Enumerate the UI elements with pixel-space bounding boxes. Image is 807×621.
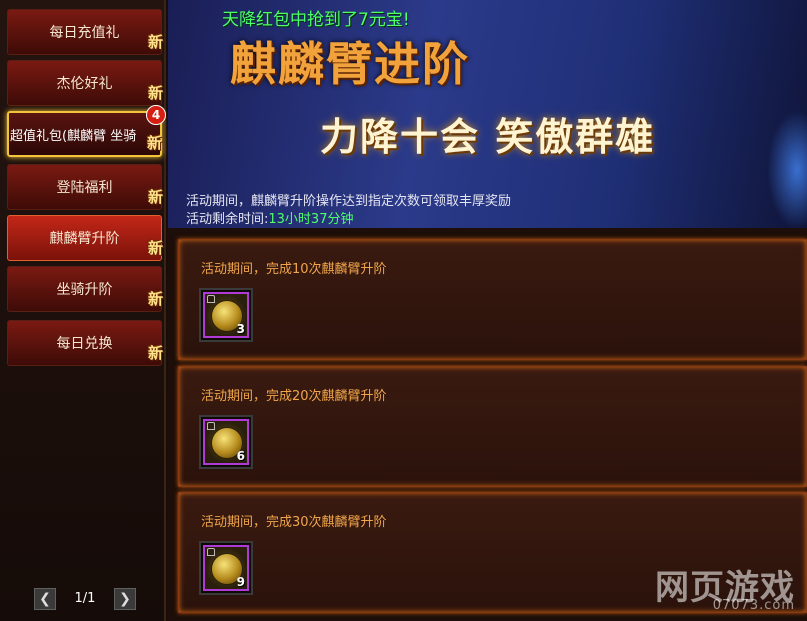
reward-item: 3 bbox=[203, 292, 249, 338]
sidebar-item-label: 坐骑升阶 bbox=[56, 282, 113, 298]
new-tag: 新 bbox=[147, 239, 163, 257]
new-tag: 新 bbox=[147, 84, 163, 102]
lock-icon bbox=[207, 295, 215, 303]
lock-icon bbox=[207, 548, 215, 556]
sidebar-item-jielun-gift[interactable]: 杰伦好礼 新 bbox=[7, 60, 163, 106]
banner-title: 麒麟臂进阶 bbox=[230, 37, 470, 91]
sidebar-item-mount-upgrade[interactable]: 坐骑升阶 新 bbox=[7, 266, 163, 312]
sidebar-item-label: 登陆福利 bbox=[56, 180, 113, 196]
sidebar-item-arm-upgrade[interactable]: 麒麟臂升阶 新 bbox=[7, 215, 163, 261]
sidebar: 每日充值礼 新 杰伦好礼 新 超值礼包(麒麟臂 坐骑 新 4 登陆福利 新 麒麟… bbox=[0, 0, 166, 621]
task-row: 活动期间，完成10次麒麟臂升阶 3 bbox=[178, 239, 807, 360]
reward-item: 6 bbox=[203, 419, 249, 465]
event-remaining-time: 活动剩余时间:13小时37分钟 bbox=[186, 208, 353, 227]
page-indicator: 1/1 bbox=[74, 591, 96, 606]
notification-badge: 4 bbox=[146, 105, 166, 125]
sidebar-item-value-pack[interactable]: 超值礼包(麒麟臂 坐骑 新 4 bbox=[7, 105, 166, 157]
time-value: 13小时37分钟 bbox=[268, 212, 354, 227]
lock-icon bbox=[207, 422, 215, 430]
sidebar-item-daily-recharge[interactable]: 每日充值礼 新 bbox=[7, 9, 163, 55]
task-label: 活动期间，完成30次麒麟臂升阶 bbox=[201, 515, 387, 530]
sidebar-item-label: 超值礼包(麒麟臂 坐骑 bbox=[10, 128, 137, 144]
reward-item-slot[interactable]: 3 bbox=[199, 288, 253, 342]
item-count: 3 bbox=[236, 322, 245, 336]
sidebar-item-login-bonus[interactable]: 登陆福利 新 bbox=[7, 164, 163, 210]
next-page-button[interactable]: ❯ bbox=[114, 588, 136, 610]
new-tag: 新 bbox=[147, 188, 163, 206]
sidebar-item-label: 每日兑换 bbox=[56, 336, 113, 352]
item-count: 9 bbox=[236, 575, 245, 589]
event-description: 活动期间，麒麟臂升阶操作达到指定次数可领取丰厚奖励 bbox=[186, 194, 512, 209]
system-notice: 天降红包中抢到了7元宝! bbox=[222, 10, 410, 30]
task-label: 活动期间，完成10次麒麟臂升阶 bbox=[201, 262, 387, 277]
item-count: 6 bbox=[236, 449, 245, 463]
task-row: 活动期间，完成20次麒麟臂升阶 6 bbox=[178, 366, 807, 487]
new-tag: 新 bbox=[147, 33, 163, 51]
event-banner: 天降红包中抢到了7元宝! 麒麟臂进阶 力降十会 笑傲群雄 活动期间，麒麟臂升阶操… bbox=[168, 0, 807, 228]
character-art bbox=[767, 110, 807, 228]
chevron-right-icon: ❯ bbox=[119, 591, 131, 607]
chevron-left-icon: ❮ bbox=[39, 591, 51, 607]
new-tag: 新 bbox=[147, 344, 163, 362]
sidebar-item-label: 杰伦好礼 bbox=[56, 76, 113, 92]
reward-item-slot[interactable]: 9 bbox=[199, 541, 253, 595]
sidebar-item-daily-exchange[interactable]: 每日兑换 新 bbox=[7, 320, 163, 366]
new-tag: 新 bbox=[146, 134, 162, 152]
watermark-url: 07073.com bbox=[712, 598, 795, 613]
task-label: 活动期间，完成20次麒麟臂升阶 bbox=[201, 389, 387, 404]
pager: ❮ 1/1 ❯ bbox=[34, 588, 138, 610]
prev-page-button[interactable]: ❮ bbox=[34, 588, 56, 610]
sidebar-item-label: 麒麟臂升阶 bbox=[49, 231, 120, 247]
reward-item: 9 bbox=[203, 545, 249, 591]
time-label: 活动剩余时间: bbox=[186, 212, 269, 227]
banner-subtitle: 力降十会 笑傲群雄 bbox=[320, 115, 656, 159]
reward-item-slot[interactable]: 6 bbox=[199, 415, 253, 469]
new-tag: 新 bbox=[147, 290, 163, 308]
main-panel: 天降红包中抢到了7元宝! 麒麟臂进阶 力降十会 笑傲群雄 活动期间，麒麟臂升阶操… bbox=[168, 0, 807, 621]
sidebar-item-label: 每日充值礼 bbox=[49, 25, 120, 41]
